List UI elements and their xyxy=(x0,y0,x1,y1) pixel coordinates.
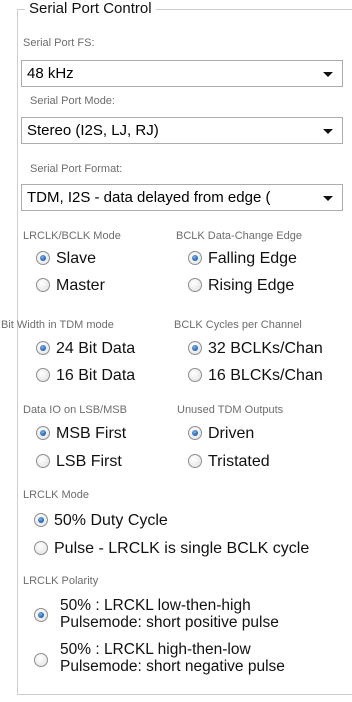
radio-16-bit-data-label: 16 Bit Data xyxy=(56,367,136,384)
radio-lsb-first-label: LSB First xyxy=(56,453,122,470)
lrclk-mode-label: LRCLK Mode xyxy=(23,489,90,501)
bclk-data-change-edge-label: BCLK Data-Change Edge xyxy=(176,230,302,242)
radio-unselected-icon xyxy=(188,368,202,382)
bclk-cycles-per-channel-label: BCLK Cycles per Channel xyxy=(174,319,302,331)
serial-port-fs-dropdown[interactable]: 48 kHz xyxy=(21,60,343,87)
bit-width-tdm-label: Bit Width in TDM mode xyxy=(1,319,114,331)
data-io-label: Data IO on LSB/MSB xyxy=(23,404,127,416)
radio-unselected-icon xyxy=(188,454,202,468)
radio-24-bit-data-label: 24 Bit Data xyxy=(56,340,136,357)
serial-port-format-dropdown[interactable]: TDM, I2S - data delayed from edge ( xyxy=(21,184,343,211)
serial-port-mode-value: Stereo (I2S, LJ, RJ) xyxy=(27,122,159,139)
radio-selected-icon xyxy=(36,341,50,355)
radio-slave-label: Slave xyxy=(56,250,97,267)
radio-unselected-icon xyxy=(36,368,50,382)
radio-high-then-low[interactable]: 50% : LRCKL high-then-low Pulsemode: sho… xyxy=(34,641,344,677)
serial-port-fs-label: Serial Port FS: xyxy=(23,37,95,49)
radio-unselected-icon xyxy=(34,653,48,667)
radio-selected-icon xyxy=(36,251,50,265)
lrclk-bclk-mode-label: LRCLK/BCLK Mode xyxy=(23,230,121,242)
radio-high-then-low-line2: Pulsemode: short negative pulse xyxy=(60,658,285,675)
radio-low-then-high-line2: Pulsemode: short positive pulse xyxy=(60,614,279,631)
serial-port-mode-label: Serial Port Mode: xyxy=(30,95,115,107)
unused-tdm-outputs-label: Unused TDM Outputs xyxy=(177,404,284,416)
radio-selected-icon xyxy=(34,608,48,622)
radio-low-then-high-line1: 50% : LRCKL low-then-high xyxy=(60,597,251,614)
radio-pulse-mode[interactable]: Pulse - LRCLK is single BCLK cycle xyxy=(34,539,344,559)
chevron-down-icon xyxy=(323,72,333,77)
serial-port-format-label: Serial Port Format: xyxy=(30,163,123,175)
radio-selected-icon xyxy=(188,251,202,265)
chevron-down-icon xyxy=(323,129,333,134)
radio-rising-edge-label: Rising Edge xyxy=(208,277,295,294)
radio-selected-icon xyxy=(188,341,202,355)
radio-pulse-mode-label: Pulse - LRCLK is single BCLK cycle xyxy=(54,540,310,557)
radio-unselected-icon xyxy=(36,278,50,292)
radio-50-duty-cycle-label: 50% Duty Cycle xyxy=(54,512,168,529)
radio-msb-first-label: MSB First xyxy=(56,425,127,442)
radio-unselected-icon xyxy=(36,454,50,468)
radio-unselected-icon xyxy=(188,278,202,292)
serial-port-mode-dropdown[interactable]: Stereo (I2S, LJ, RJ) xyxy=(21,117,343,144)
chevron-down-icon xyxy=(323,196,333,201)
radio-low-then-high[interactable]: 50% : LRCKL low-then-high Pulsemode: sho… xyxy=(34,597,344,633)
radio-master-label: Master xyxy=(56,277,105,294)
lrclk-polarity-label: LRCLK Polarity xyxy=(23,575,99,587)
radio-32-bclks-label: 32 BCLKs/Chan xyxy=(208,340,323,357)
radio-falling-edge-label: Falling Edge xyxy=(208,250,297,267)
serial-port-fs-value: 48 kHz xyxy=(27,65,74,82)
serial-port-format-value: TDM, I2S - data delayed from edge ( xyxy=(27,189,271,206)
radio-selected-icon xyxy=(34,513,48,527)
radio-tristated-label: Tristated xyxy=(208,453,270,470)
radio-16-bclks-label: 16 BLCKs/Chan xyxy=(208,367,323,384)
group-title: Serial Port Control xyxy=(25,0,156,18)
radio-high-then-low-line1: 50% : LRCKL high-then-low xyxy=(60,641,251,658)
radio-unselected-icon xyxy=(34,541,48,555)
radio-selected-icon xyxy=(188,426,202,440)
radio-selected-icon xyxy=(36,426,50,440)
radio-driven-label: Driven xyxy=(208,425,255,442)
